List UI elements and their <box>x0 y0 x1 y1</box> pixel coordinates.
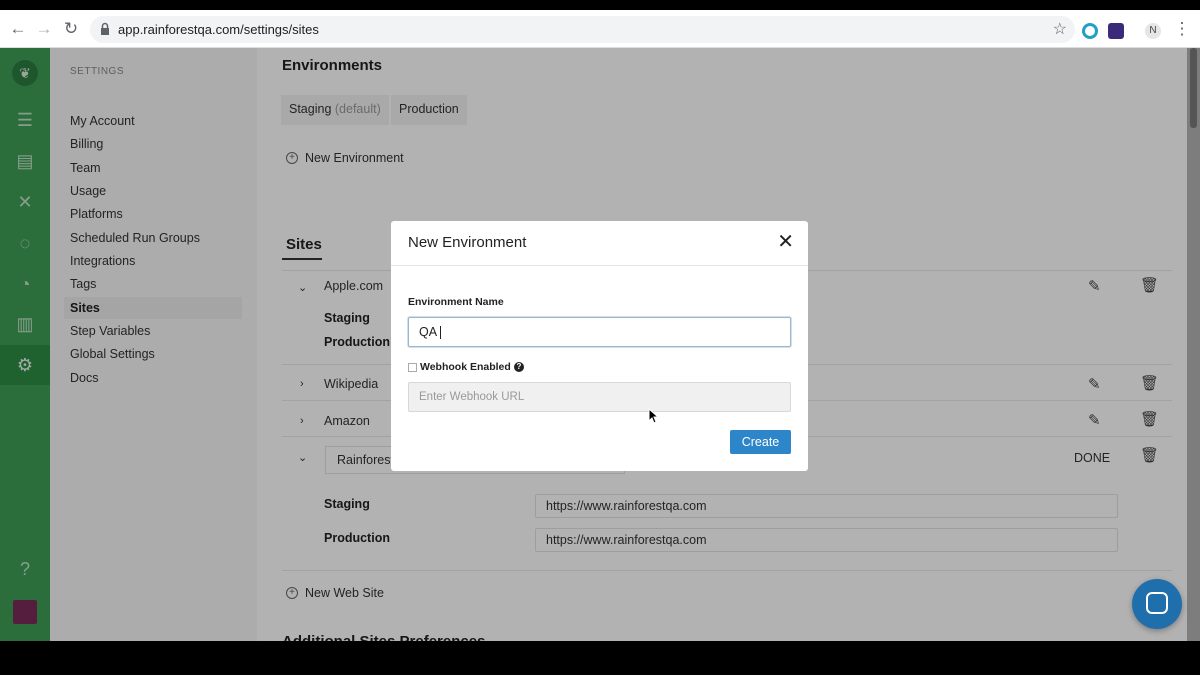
text-caret <box>440 326 442 340</box>
help-icon[interactable]: ? <box>514 362 524 372</box>
url-text: app.rainforestqa.com/settings/sites <box>118 22 319 37</box>
environment-name-input[interactable]: QA <box>408 317 791 347</box>
mouse-cursor-icon <box>648 408 658 424</box>
webhook-enabled-checkbox[interactable] <box>408 363 417 372</box>
environment-name-label: Environment Name <box>408 296 504 308</box>
browser-menu-icon[interactable]: ⋮ <box>1172 19 1192 39</box>
reload-icon[interactable]: ↻ <box>61 19 81 39</box>
webhook-url-input[interactable]: Enter Webhook URL <box>408 382 791 412</box>
webhook-enabled-label[interactable]: Webhook Enabled <box>420 361 511 373</box>
scrollbar[interactable] <box>1187 48 1200 641</box>
create-button[interactable]: Create <box>730 430 791 454</box>
back-icon[interactable]: ← <box>8 19 28 39</box>
modal-title: New Environment <box>408 234 527 251</box>
screen: ← → ↻ app.rainforestqa.com/settings/site… <box>0 0 1200 675</box>
new-environment-modal: New Environment ✕ Environment Name QA We… <box>391 221 808 471</box>
bottom-border <box>0 641 1200 675</box>
profile-avatar[interactable]: N <box>1145 23 1161 39</box>
modal-header: New Environment ✕ <box>391 221 808 266</box>
chat-launcher-button[interactable] <box>1132 579 1182 629</box>
extension-app-icon[interactable] <box>1108 23 1124 39</box>
environment-name-value: QA <box>419 325 438 339</box>
close-icon[interactable]: ✕ <box>777 232 794 252</box>
scrollbar-thumb[interactable] <box>1190 48 1197 128</box>
lock-icon <box>101 22 109 35</box>
address-bar[interactable]: app.rainforestqa.com/settings/sites ☆ <box>90 16 1075 43</box>
bookmark-star-icon[interactable]: ☆ <box>1053 19 1067 39</box>
extension-circle-icon[interactable] <box>1082 23 1098 39</box>
chat-icon <box>1146 592 1168 614</box>
forward-icon[interactable]: → <box>34 19 54 39</box>
top-border <box>0 0 1200 10</box>
browser-toolbar: ← → ↻ app.rainforestqa.com/settings/site… <box>0 10 1200 48</box>
